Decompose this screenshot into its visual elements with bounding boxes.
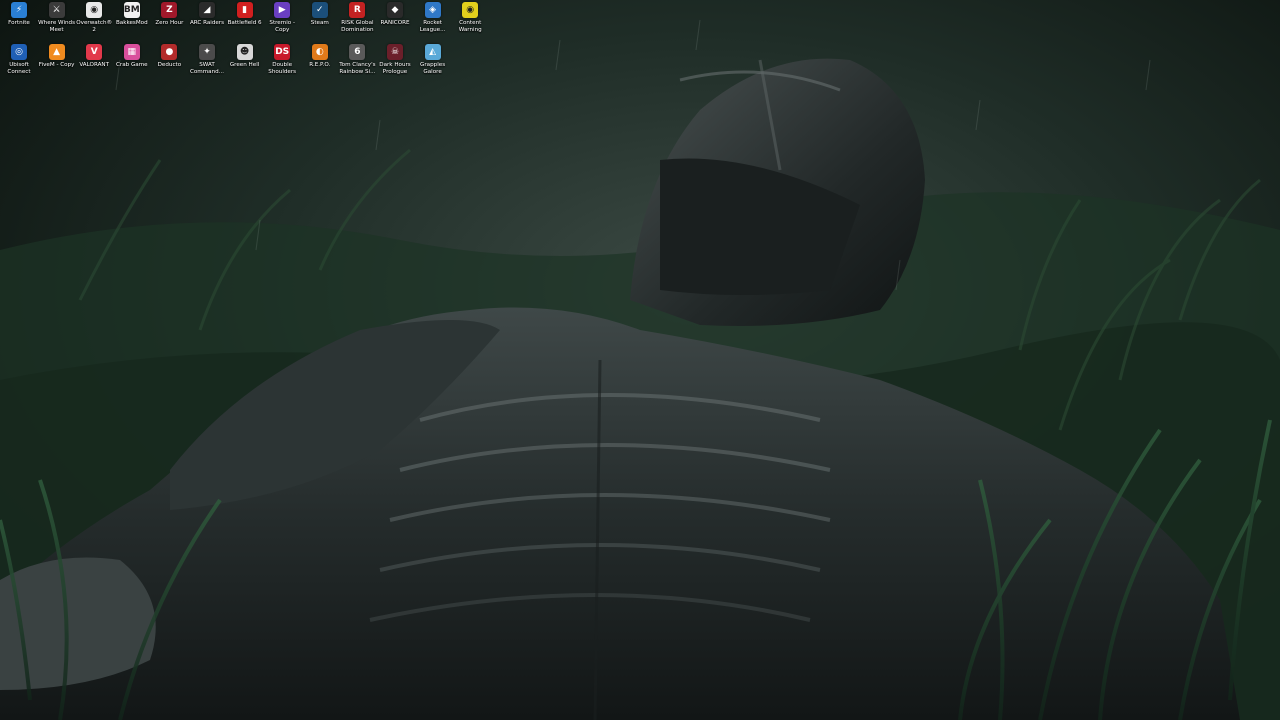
desktop-icon-steam[interactable]: ✓ Steam (301, 2, 339, 42)
arc-raiders-icon: ◢ (199, 2, 215, 18)
desktop-icon-repo[interactable]: ◐ R.E.P.O. (301, 44, 339, 84)
deducto-icon: ● (161, 44, 178, 60)
desktop-icon-label: Dark Hours Prologue (379, 62, 411, 76)
desktop-icon-label: Zero Hour (155, 20, 184, 26)
desktop-icon-label: Content Warning (458, 20, 482, 34)
wallpaper-knight-in-grass (0, 0, 1280, 720)
desktop-icon-label: Stremio - Copy (269, 20, 295, 34)
desktop-icon-fivem[interactable]: ▲ FiveM - Copy (38, 44, 76, 84)
desktop-icon-label: FiveM - Copy (38, 62, 75, 68)
ranicore-icon: ◆ (387, 2, 403, 18)
desktop-icon-label: Grapples Galore (420, 62, 446, 76)
desktop-icon-where-winds-meet[interactable]: ⚔ Where Winds Meet (38, 2, 76, 42)
desktop-icon-rocket-league[interactable]: ◈ Rocket League... (414, 2, 452, 42)
dark-hours-icon: ☠ (387, 44, 403, 60)
rainbow-six-icon: 6 (349, 44, 366, 60)
repo-icon: ◐ (311, 44, 328, 60)
risk-icon: R (349, 2, 366, 18)
battlefield-icon: ▮ (236, 2, 253, 18)
bakkesmod-icon: BM (123, 2, 140, 18)
desktop-icon-zero-hour[interactable]: Z Zero Hour (150, 2, 188, 42)
desktop-icon-label: Steam (310, 20, 329, 26)
desktop[interactable]: ⚡ Fortnite ⚔ Where Winds Meet ◉ Overwatch® 2B… (0, 0, 1280, 720)
green-hell-icon: ☻ (236, 44, 253, 60)
desktop-icon-grapples-galore[interactable]: ◭ Grapples Galore (414, 44, 452, 84)
desktop-icon-battlefield[interactable]: ▮ Battlefield 6 (226, 2, 264, 42)
content-warning-icon: ◉ (462, 2, 479, 18)
desktop-icon-ubisoft-connect[interactable]: ◎ Ubisoft Connect (0, 44, 38, 84)
desktop-icon-label: Rocket League... (419, 20, 446, 34)
desktop-icon-arc-raiders[interactable]: ◢ ARC Raiders (188, 2, 226, 42)
desktop-icon-green-hell[interactable]: ☻ Green Hell (226, 44, 264, 84)
desktop-icon-label: BakkesMod (115, 20, 148, 26)
desktop-icon-label: SWAT Command... (189, 62, 225, 76)
desktop-icon-label: Where Winds Meet (38, 20, 76, 34)
crab-game-icon: ▦ (123, 44, 140, 60)
stremio-icon: ▶ (274, 2, 291, 18)
grapples-galore-icon: ◭ (424, 44, 441, 60)
desktop-icon-grid: ⚡ Fortnite ⚔ Where Winds Meet ◉ Overwatch® 2B… (0, 0, 482, 84)
desktop-icon-label: Deducto (157, 62, 182, 68)
fortnite-icon: ⚡ (11, 2, 27, 18)
desktop-icon-label: RANICORE (380, 20, 410, 26)
ubisoft-connect-icon: ◎ (11, 44, 27, 60)
steam-icon: ✓ (311, 2, 328, 18)
desktop-icon-label: Fortnite (8, 20, 30, 26)
where-winds-meet-icon: ⚔ (48, 2, 65, 18)
desktop-icon-double-shoulders[interactable]: DS Double Shoulders (263, 44, 301, 84)
desktop-icon-bakkesmod[interactable]: BM BakkesMod (113, 2, 151, 42)
desktop-icon-swat-command[interactable]: ✦ SWAT Command... (188, 44, 226, 84)
desktop-icon-label: ARC Raiders (189, 20, 225, 26)
desktop-icon-fortnite[interactable]: ⚡ Fortnite (0, 2, 38, 42)
desktop-icon-deducto[interactable]: ● Deducto (150, 44, 188, 84)
desktop-icon-label: Battlefield 6 (227, 20, 262, 26)
rocket-league-icon: ◈ (424, 2, 441, 18)
overwatch-icon: ◉ (86, 2, 103, 18)
desktop-icon-ranicore[interactable]: ◆ RANICORE (376, 2, 414, 42)
desktop-icon-crab-game[interactable]: ▦ Crab Game (113, 44, 151, 84)
desktop-icon-label: Ubisoft Connect (7, 62, 31, 76)
desktop-icon-label: Tom Clancy's Rainbow Si... (339, 62, 376, 76)
desktop-icon-label: Crab Game (115, 62, 148, 68)
desktop-icon-label: R.E.P.O. (309, 62, 331, 68)
desktop-icon-rainbow-six[interactable]: 6 Tom Clancy's Rainbow Si... (338, 44, 376, 84)
desktop-icon-label: RISK Global Domination (341, 20, 374, 34)
desktop-icon-label: VALORANT (79, 62, 110, 68)
desktop-icon-overwatch[interactable]: ◉ Overwatch® 2 (75, 2, 113, 42)
fivem-icon: ▲ (48, 44, 65, 60)
double-shoulders-icon: DS (274, 44, 291, 60)
swat-command-icon: ✦ (199, 44, 215, 60)
desktop-icon-risk[interactable]: R RISK Global Domination (338, 2, 376, 42)
desktop-icon-content-warning[interactable]: ◉ Content Warning (451, 2, 489, 42)
valorant-icon: V (86, 44, 103, 60)
desktop-icon-dark-hours[interactable]: ☠ Dark Hours Prologue (376, 44, 414, 84)
desktop-icon-label: Overwatch® 2 (76, 20, 113, 34)
desktop-icon-label: Green Hell (229, 62, 260, 68)
zero-hour-icon: Z (161, 2, 178, 18)
desktop-icon-valorant[interactable]: V VALORANT (75, 44, 113, 84)
desktop-icon-stremio[interactable]: ▶ Stremio - Copy (263, 2, 301, 42)
desktop-icon-label: Double Shoulders (268, 62, 297, 76)
